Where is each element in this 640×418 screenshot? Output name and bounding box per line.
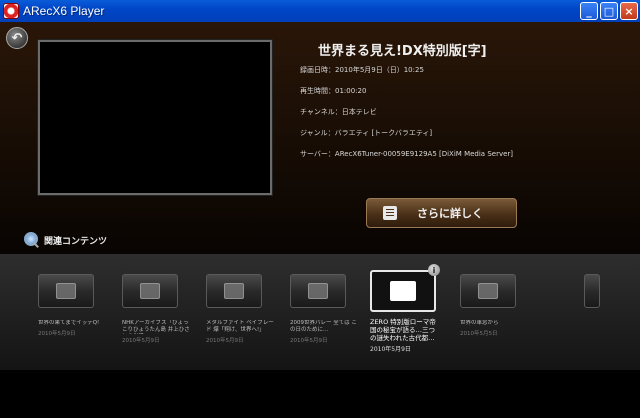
item-title: 2009世界バレー 全ては この日のために… <box>290 320 357 333</box>
channel: チャンネル：日本テレビ <box>300 108 377 116</box>
maximize-button[interactable]: □ <box>600 2 618 20</box>
item-date: 2010年5月9日 <box>290 338 328 344</box>
thumbnail <box>584 274 600 308</box>
program-title: 世界まる見え!DX特別版[字] <box>318 44 487 59</box>
back-button[interactable]: ↶ <box>6 27 28 49</box>
play-duration: 再生時間：01:00:20 <box>300 87 367 95</box>
item-title: 世界の車窓から <box>460 320 499 326</box>
recorded-datetime: 録画日時：2010年5月9日（日）10:25 <box>300 66 424 74</box>
thumbnail <box>122 274 178 308</box>
item-title: ZERO 特別版ローマ帝国の秘宝が語る…三つの謎失われた古代都… <box>370 318 436 342</box>
thumbnail <box>370 270 436 312</box>
related-item[interactable]: NHKアーカイブス「ひょっこりひょうたん島 井上ひさしの世界」 2010年5月9… <box>122 274 192 344</box>
window-title: ARecX6 Player <box>23 4 105 18</box>
related-item-selected[interactable]: i ZERO 特別版ローマ帝国の秘宝が語る…三つの謎失われた古代都… 2010年… <box>370 264 440 353</box>
related-carousel[interactable]: 世界の果てまでイッテQ! 2010年5月9日 NHKアーカイブス「ひょっこりひょ… <box>0 254 640 370</box>
thumbnail <box>290 274 346 308</box>
more-details-label: さらに詳しく <box>417 207 483 220</box>
grid-icon <box>56 283 76 299</box>
item-date: 2010年5月9日 <box>38 331 76 337</box>
close-button[interactable]: × <box>620 2 638 20</box>
info-icon[interactable]: i <box>428 264 440 276</box>
image-icon <box>308 283 328 299</box>
related-label: 関連コンテンツ <box>44 236 108 247</box>
film-icon <box>478 283 498 299</box>
search-icon <box>24 232 40 248</box>
related-header: 関連コンテンツ <box>24 232 107 248</box>
item-date: 2010年5月9日 <box>122 338 160 344</box>
item-title: NHKアーカイブス「ひょっこりひょうたん島 井上ひさしの世界」 <box>122 320 190 333</box>
detail-panel: ↶ 世界まる見え!DX特別版[字] 録画日時：2010年5月9日（日）10:25… <box>0 22 640 256</box>
more-details-button[interactable]: さらに詳しく <box>366 198 517 228</box>
window-controls: _ □ × <box>580 2 638 20</box>
thumbnail <box>206 274 262 308</box>
item-title: メタルファイト ベイブレード 爆「翔け、世界へ!」 <box>206 320 274 333</box>
item-title: 世界の果てまでイッテQ! <box>38 320 100 326</box>
title-bar: ARecX6 Player _ □ × <box>0 0 640 22</box>
clock-icon <box>224 283 244 299</box>
video-preview[interactable] <box>38 40 272 195</box>
list-icon <box>383 206 397 220</box>
item-date: 2010年5月9日 <box>206 338 244 344</box>
server: サーバー：ARecX6Tuner-00059E9129A5 [DiXiM Med… <box>300 150 513 158</box>
person-icon <box>390 281 416 301</box>
genre: ジャンル：バラエティ [トークバラエティ] <box>300 129 433 137</box>
item-date: 2010年5月9日 <box>370 346 411 353</box>
film-icon <box>140 283 160 299</box>
related-item[interactable]: 世界の果てまでイッテQ! 2010年5月9日 <box>38 274 108 337</box>
thumbnail <box>460 274 516 308</box>
program-info: 世界まる見え!DX特別版[字] 録画日時：2010年5月9日（日）10:25 再… <box>300 40 630 170</box>
minimize-button[interactable]: _ <box>580 2 598 20</box>
bottom-bar <box>0 370 640 418</box>
related-item[interactable]: メタルファイト ベイブレード 爆「翔け、世界へ!」 2010年5月9日 <box>206 274 276 344</box>
app-icon <box>3 3 19 19</box>
related-item[interactable] <box>584 274 640 322</box>
related-item[interactable]: 世界の車窓から 2010年5月5日 <box>460 274 530 337</box>
item-date: 2010年5月5日 <box>460 331 498 337</box>
related-item[interactable]: 2009世界バレー 全ては この日のために… 2010年5月9日 <box>290 274 360 344</box>
thumbnail <box>38 274 94 308</box>
